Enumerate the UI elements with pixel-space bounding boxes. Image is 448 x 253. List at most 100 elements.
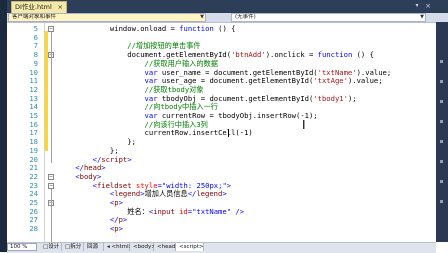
- code-line[interactable]: <p>: [58, 224, 123, 234]
- code-token: >: [222, 189, 227, 199]
- view-tab[interactable]: <script>: [176, 243, 204, 251]
- code-token: body: [79, 171, 97, 181]
- code-token: head: [83, 163, 102, 173]
- code-token: //增加按钮的单击事件: [58, 41, 201, 51]
- code-token: fieldset: [96, 180, 132, 190]
- code-token: );: [347, 93, 357, 103]
- code-token: />: [231, 206, 245, 216]
- fold-guide: [51, 188, 52, 250]
- close-window-icon[interactable]: ×: [424, 1, 432, 11]
- code-token: 'txtName': [317, 67, 357, 77]
- code-token: >: [122, 215, 128, 225]
- toolbox-strip[interactable]: [0, 0, 7, 252]
- code-token: var: [144, 93, 158, 103]
- view-tab[interactable]: <head>: [154, 243, 180, 251]
- code-token: currentRow = tbodyObj.insertRow(-1);: [157, 111, 318, 120]
- code-token: script: [101, 154, 128, 164]
- code-token: =": [157, 180, 167, 190]
- line-number: 28: [29, 224, 38, 234]
- scroll-marker: [440, 200, 443, 203]
- chevron-down-icon: ▼: [200, 14, 204, 20]
- code-token: </: [58, 215, 119, 225]
- text-cursor-icon: I: [302, 118, 306, 132]
- code-token: <: [58, 180, 97, 190]
- code-token: 增加人员信息: [144, 189, 188, 199]
- code-token: tbodyObj = document.getElementById(: [157, 93, 314, 103]
- scroll-marker: [440, 80, 443, 83]
- code-token: 'tbody1': [313, 93, 348, 103]
- client-objects-value: 客户端对象和事件: [12, 14, 57, 20]
- scroll-marker: [440, 120, 443, 123]
- code-token: var: [144, 67, 158, 77]
- code-token: };: [58, 137, 136, 147]
- code-token: 'txtAge': [313, 76, 348, 86]
- events-value: (无事件): [235, 14, 256, 20]
- code-token: };: [58, 145, 119, 155]
- code-token: ).value;: [347, 76, 383, 86]
- code-token: ).onclick =: [265, 50, 318, 60]
- scroll-marker: [440, 60, 443, 63]
- code-token: //向该行中插入3列: [58, 119, 208, 129]
- code-token: <: [58, 224, 115, 234]
- zoom-level[interactable]: 100 %: [7, 243, 37, 251]
- chevron-down-icon: ▼: [420, 14, 424, 20]
- view-tab[interactable]: <body>: [130, 243, 156, 251]
- code-token: 'btnAdd': [231, 50, 266, 60]
- change-tracking-bar: [45, 31, 48, 151]
- view-tab[interactable]: 回源: [84, 243, 104, 251]
- tab-file[interactable]: DI作业.html ×: [11, 1, 67, 13]
- code-token: currentRow.insertCell(-1): [58, 128, 253, 138]
- code-token: window.onload =: [58, 24, 180, 33]
- code-token: id: [179, 206, 188, 216]
- tab-file-label: DI作业.html: [15, 3, 52, 11]
- vertical-scrollbar[interactable]: [436, 22, 448, 242]
- code-line[interactable]: window.onload = function () {: [58, 24, 236, 34]
- code-token: >: [127, 154, 132, 164]
- scroll-marker: [440, 100, 443, 103]
- code-token: </: [58, 163, 84, 173]
- tab-close-icon[interactable]: ×: [58, 2, 63, 13]
- code-token: input: [153, 206, 175, 216]
- code-token: <: [58, 189, 115, 199]
- scroll-marker: [440, 140, 443, 143]
- text-caret: [228, 129, 229, 138]
- code-token: ">: [222, 180, 232, 190]
- code-token: //获取tbody对象: [58, 84, 204, 94]
- code-token: user_name = document.getElementById(: [157, 67, 318, 77]
- code-token: >: [118, 224, 123, 234]
- code-token: </: [58, 154, 102, 164]
- code-token: >: [101, 163, 106, 173]
- scroll-marker: [440, 180, 443, 183]
- code-token: user_age = document.getElementById(: [157, 76, 314, 86]
- code-token: var: [144, 76, 158, 86]
- code-token: //获取用户输入的数据: [58, 58, 218, 68]
- events-dropdown[interactable]: (无事件) ▼: [231, 13, 426, 22]
- code-token: function: [179, 24, 214, 33]
- code-token: () {: [352, 50, 374, 60]
- view-tab[interactable]: □拆分: [62, 243, 84, 251]
- view-tab[interactable]: □设计: [40, 243, 62, 251]
- code-token: ="txtName": [187, 206, 232, 216]
- code-token: style: [135, 180, 158, 190]
- view-tab[interactable]: ◂ <html>: [104, 243, 133, 251]
- code-token: <: [58, 198, 115, 207]
- code-token: ).value;: [356, 67, 392, 77]
- collapse-icon[interactable]: −: [48, 173, 54, 180]
- client-objects-dropdown[interactable]: 客户端对象和事件 ▼: [8, 13, 206, 22]
- code-token: document.getElementById(: [58, 50, 232, 60]
- fold-guide: [51, 32, 52, 163]
- code-token: //向tbody中插入一行: [58, 102, 218, 112]
- code-token: <: [58, 171, 80, 181]
- code-token: function: [317, 50, 353, 60]
- document-tab-strip: [7, 0, 448, 13]
- code-token: var: [144, 111, 158, 120]
- code-token: >: [96, 171, 102, 181]
- code-token: legend: [196, 189, 223, 199]
- scroll-marker: [440, 160, 443, 163]
- code-token: legend: [114, 189, 141, 199]
- tab-dropdown-icon[interactable]: ▾: [413, 1, 421, 11]
